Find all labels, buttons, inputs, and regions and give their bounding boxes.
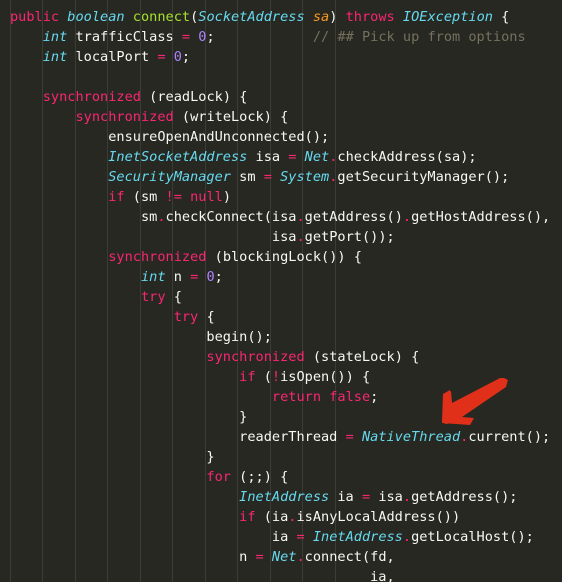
code-line: isa.getPort()); [271, 229, 395, 245]
code-line: n = Net.connect(fd, [239, 549, 395, 565]
code-line: InetAddress ia = isa.getAddress(); [239, 489, 518, 505]
code-line: synchronized (stateLock) { [206, 349, 420, 365]
code-line: synchronized (blockingLock()) { [108, 249, 362, 265]
code-line: return false; [271, 389, 379, 405]
code-line: int n = 0; [140, 269, 223, 285]
source-code[interactable]: public boolean connect(SocketAddress sa)… [0, 0, 550, 582]
code-line: sm.checkConnect(isa.getAddress().getHost… [140, 209, 551, 225]
code-line: int trafficClass = 0; // ## Pick up from… [42, 29, 526, 45]
code-line: ia, [370, 569, 395, 582]
code-line: int localPort = 0; [42, 49, 191, 65]
code-line: try { [140, 289, 182, 305]
code-line: if (ia.isAnyLocalAddress()) [239, 509, 461, 525]
code-line: synchronized (readLock) { [42, 89, 248, 105]
code-line: InetSocketAddress isa = Net.checkAddress… [108, 149, 477, 165]
code-line: readerThread = NativeThread.current(); [239, 429, 551, 445]
code-line: if (!isOpen()) { [239, 369, 371, 385]
code-line: begin(); [206, 329, 272, 345]
code-editor[interactable]: public boolean connect(SocketAddress sa)… [0, 0, 562, 582]
code-line: for (;;) { [206, 469, 289, 485]
code-line: SecurityManager sm = System.getSecurityM… [108, 169, 510, 185]
code-line: try { [173, 309, 215, 325]
code-line: public boolean connect(SocketAddress sa)… [10, 9, 510, 25]
code-line: } [239, 409, 248, 425]
code-line: if (sm != null) [108, 189, 232, 205]
code-line: } [206, 449, 215, 465]
code-line: synchronized (writeLock) { [75, 109, 289, 125]
code-line: ia = InetAddress.getLocalHost(); [271, 529, 534, 545]
code-line: ensureOpenAndUnconnected(); [108, 129, 330, 145]
